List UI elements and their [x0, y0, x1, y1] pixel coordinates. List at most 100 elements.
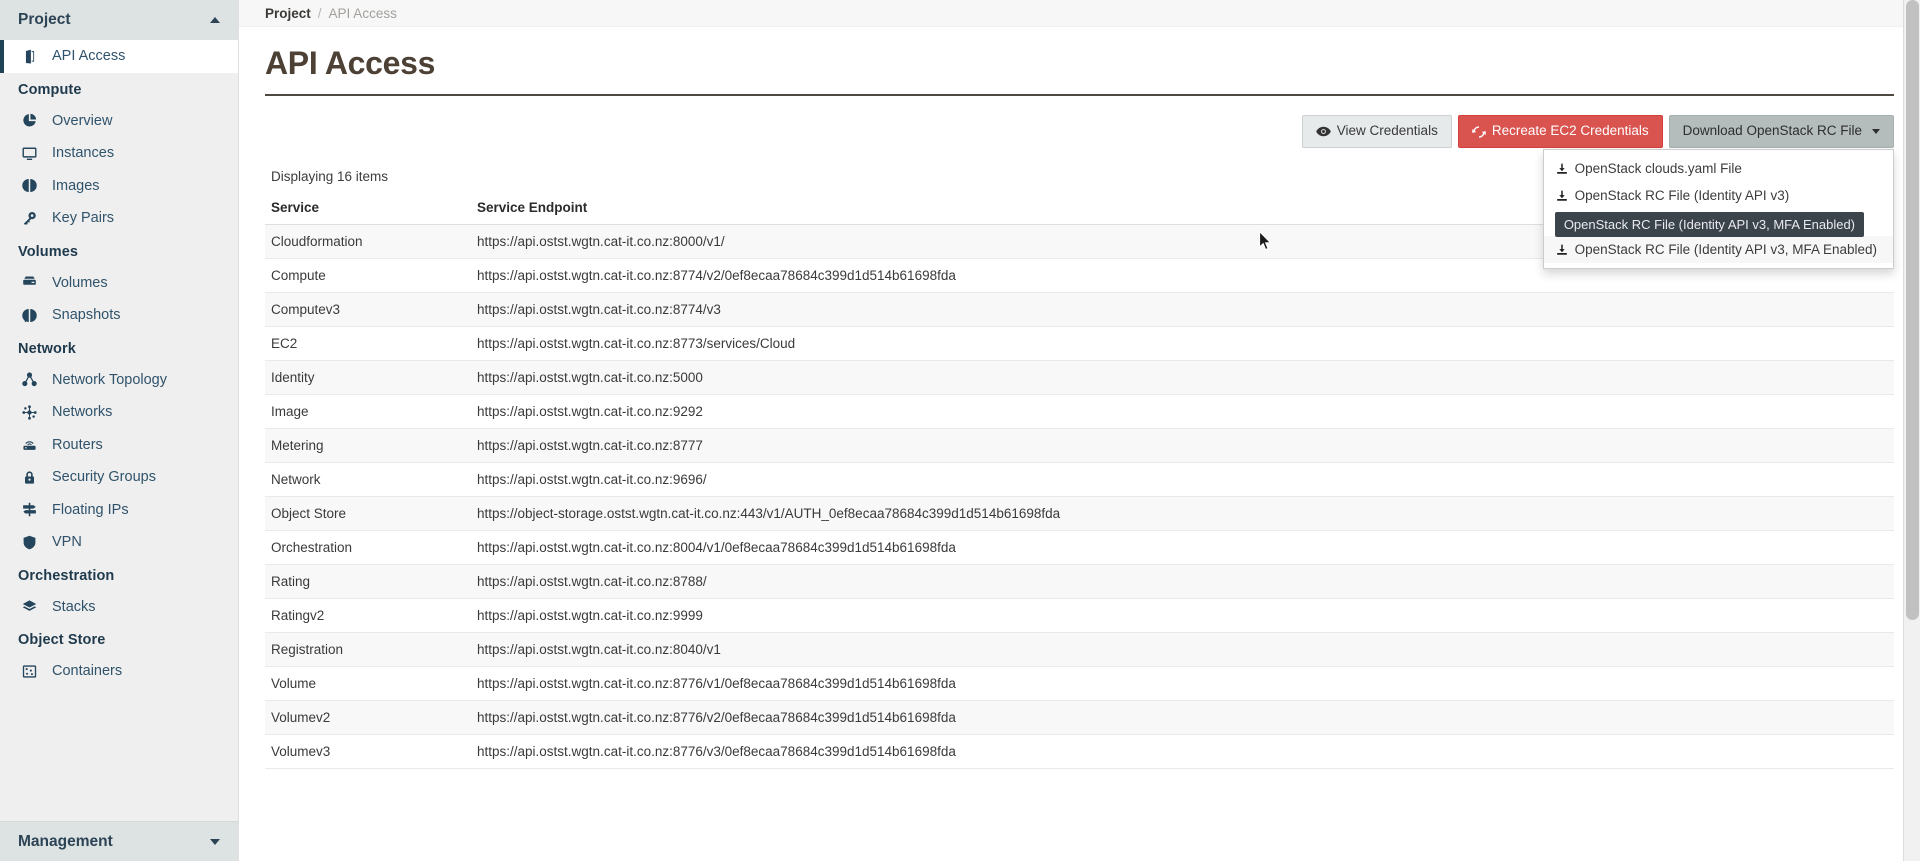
cell-service: Identity [265, 360, 471, 395]
camera-circle-icon [22, 308, 44, 323]
breadcrumb-link-project[interactable]: Project [265, 6, 311, 21]
sidebar-item-network-topology[interactable]: Network Topology [0, 364, 238, 397]
recreate-ec2-credentials-button[interactable]: Recreate EC2 Credentials [1457, 115, 1663, 148]
sidebar-item-routers[interactable]: Routers [0, 429, 238, 462]
dropdown-item-rc-file-v3[interactable]: OpenStack RC File (Identity API v3) [1544, 182, 1893, 209]
table-row: Network https://api.ostst.wgtn.cat-it.co.… [265, 462, 1894, 497]
topology-icon [22, 372, 44, 387]
sidebar-panel-header-management[interactable]: Management [0, 821, 238, 861]
sidebar-item-label: VPN [52, 534, 82, 551]
cell-service-endpoint: https://api.ostst.wgtn.cat-it.co.nz:8776… [471, 666, 1894, 701]
dropdown-item-rc-file-v3-mfa[interactable]: OpenStack RC File (Identity API v3, MFA … [1543, 236, 1893, 263]
sidebar-panel-header-label: Management [18, 832, 113, 850]
table-row: Orchestration https://api.ostst.wgtn.cat-… [265, 530, 1894, 565]
recreate-ec2-credentials-label: Recreate EC2 Credentials [1491, 123, 1649, 139]
cell-service: Compute [265, 258, 471, 293]
api-endpoints-table: Service Service Endpoint Cloudformation h… [265, 200, 1894, 769]
shield-icon [22, 535, 44, 550]
download-icon [1556, 190, 1568, 202]
cell-service: Cloudformation [265, 224, 471, 259]
table-row: Registration https://api.ostst.wgtn.cat-i… [265, 632, 1894, 667]
cell-service: Image [265, 394, 471, 429]
table-row: Volumev3 https://api.ostst.wgtn.cat-it.co… [265, 734, 1894, 769]
cell-service-endpoint: https://api.ostst.wgtn.cat-it.co.nz:5000 [471, 360, 1894, 395]
table-row: Identity https://api.ostst.wgtn.cat-it.co… [265, 360, 1894, 395]
pie-chart-icon [22, 113, 44, 128]
cell-service-endpoint: https://object-storage.ostst.wgtn.cat-it… [471, 496, 1894, 531]
sidebar-group-object-store: Object Store [18, 632, 106, 648]
sidebar-item-overview[interactable]: Overview [0, 105, 238, 138]
page-header: API Access [265, 45, 1894, 96]
disk-icon [22, 275, 44, 290]
download-openstack-rc-file-button[interactable]: Download OpenStack RC File [1668, 115, 1894, 148]
cell-service-endpoint: https://api.ostst.wgtn.cat-it.co.nz:9999 [471, 598, 1894, 633]
layers-icon [22, 599, 44, 614]
cell-service-endpoint: https://api.ostst.wgtn.cat-it.co.nz:8774… [471, 292, 1894, 327]
sidebar-item-instances[interactable]: Instances [0, 137, 238, 170]
sidebar-item-volumes[interactable]: Volumes [0, 267, 238, 300]
door-open-icon [22, 49, 44, 64]
network-nodes-icon [22, 405, 44, 420]
sidebar-item-stacks[interactable]: Stacks [0, 591, 238, 624]
cell-service: Rating [265, 564, 471, 599]
lock-icon [22, 470, 44, 485]
sidebar-item-networks[interactable]: Networks [0, 396, 238, 429]
sidebar-item-label: API Access [52, 48, 126, 65]
table-row: Metering https://api.ostst.wgtn.cat-it.co… [265, 428, 1894, 463]
dropdown-item-clouds-yaml[interactable]: OpenStack clouds.yaml File [1544, 155, 1893, 182]
main-content: Project / API Access API Access View Cre… [239, 0, 1920, 861]
cell-service: Network [265, 462, 471, 497]
sidebar-item-label: Containers [52, 663, 123, 680]
sidebar-item-label: Images [52, 177, 100, 194]
sidebar-item-snapshots[interactable]: Snapshots [0, 299, 238, 332]
sidebar-group-network: Network [18, 340, 76, 357]
dropdown-item-label: OpenStack RC File (Identity API v3, MFA … [1574, 242, 1877, 257]
cell-service: Metering [265, 428, 471, 463]
monitor-icon [22, 146, 44, 161]
cell-service-endpoint: https://api.ostst.wgtn.cat-it.co.nz:8773… [471, 326, 1894, 361]
router-icon [22, 437, 44, 452]
scrollbar-thumb[interactable] [1906, 0, 1919, 620]
cell-service: EC2 [265, 326, 471, 361]
cell-service-endpoint: https://api.ostst.wgtn.cat-it.co.nz:8004… [471, 530, 1894, 565]
cell-service-endpoint: https://api.ostst.wgtn.cat-it.co.nz:8777 [471, 428, 1894, 463]
sidebar-item-images[interactable]: Images [0, 170, 238, 203]
sidebar-item-api-access[interactable]: API Access [0, 40, 238, 73]
sidebar-group-volumes: Volumes [18, 243, 79, 260]
refresh-icon [1472, 125, 1486, 139]
sidebar-item-label: Instances [52, 145, 115, 162]
caret-down-icon [1872, 129, 1880, 134]
view-credentials-button[interactable]: View Credentials [1301, 115, 1452, 148]
breadcrumb: Project / API Access [239, 0, 1920, 27]
tooltip: OpenStack RC File (Identity API v3, MFA … [1554, 212, 1864, 237]
sidebar-item-vpn[interactable]: VPN [0, 526, 238, 559]
sidebar-item-label: Network Topology [52, 371, 167, 388]
cell-service-endpoint: https://api.ostst.wgtn.cat-it.co.nz:8040… [471, 632, 1894, 667]
action-toolbar: View Credentials Recreate EC2 Credential… [265, 115, 1894, 269]
sidebar-item-label: Volumes [52, 274, 108, 291]
sidebar-item-label: Stacks [52, 598, 96, 615]
sidebar-item-floating-ips[interactable]: Floating IPs [0, 494, 238, 527]
table-row: Image https://api.ostst.wgtn.cat-it.co.nz… [265, 394, 1894, 429]
dropdown-item-label: OpenStack clouds.yaml File [1574, 161, 1742, 176]
cell-service: Ratingv2 [265, 598, 471, 633]
cell-service-endpoint: https://api.ostst.wgtn.cat-it.co.nz:8788… [471, 564, 1894, 599]
column-header-service: Service [265, 200, 471, 225]
cell-service: Computev3 [265, 292, 471, 327]
download-openstack-rc-file-label: Download OpenStack RC File [1682, 123, 1862, 139]
sidebar-group-orchestration: Orchestration [18, 567, 115, 584]
sidebar-panel-header-project[interactable]: Project [0, 0, 238, 40]
table-row: Volume https://api.ostst.wgtn.cat-it.co.n… [265, 666, 1894, 701]
vertical-scrollbar[interactable] [1903, 0, 1920, 861]
sidebar-item-containers[interactable]: Containers [0, 655, 238, 688]
table-row: EC2 https://api.ostst.wgtn.cat-it.co.nz:8… [265, 326, 1894, 361]
sidebar-item-label: Security Groups [52, 469, 156, 486]
table-row: Ratingv2 https://api.ostst.wgtn.cat-it.co… [265, 598, 1894, 633]
download-icon [1556, 163, 1568, 175]
cell-service: Object Store [265, 496, 471, 531]
sidebar-item-key-pairs[interactable]: Key Pairs [0, 202, 238, 235]
breadcrumb-current: API Access [328, 5, 397, 21]
sidebar-item-security-groups[interactable]: Security Groups [0, 461, 238, 494]
cell-service: Orchestration [265, 530, 471, 565]
cell-service: Volume [265, 666, 471, 701]
